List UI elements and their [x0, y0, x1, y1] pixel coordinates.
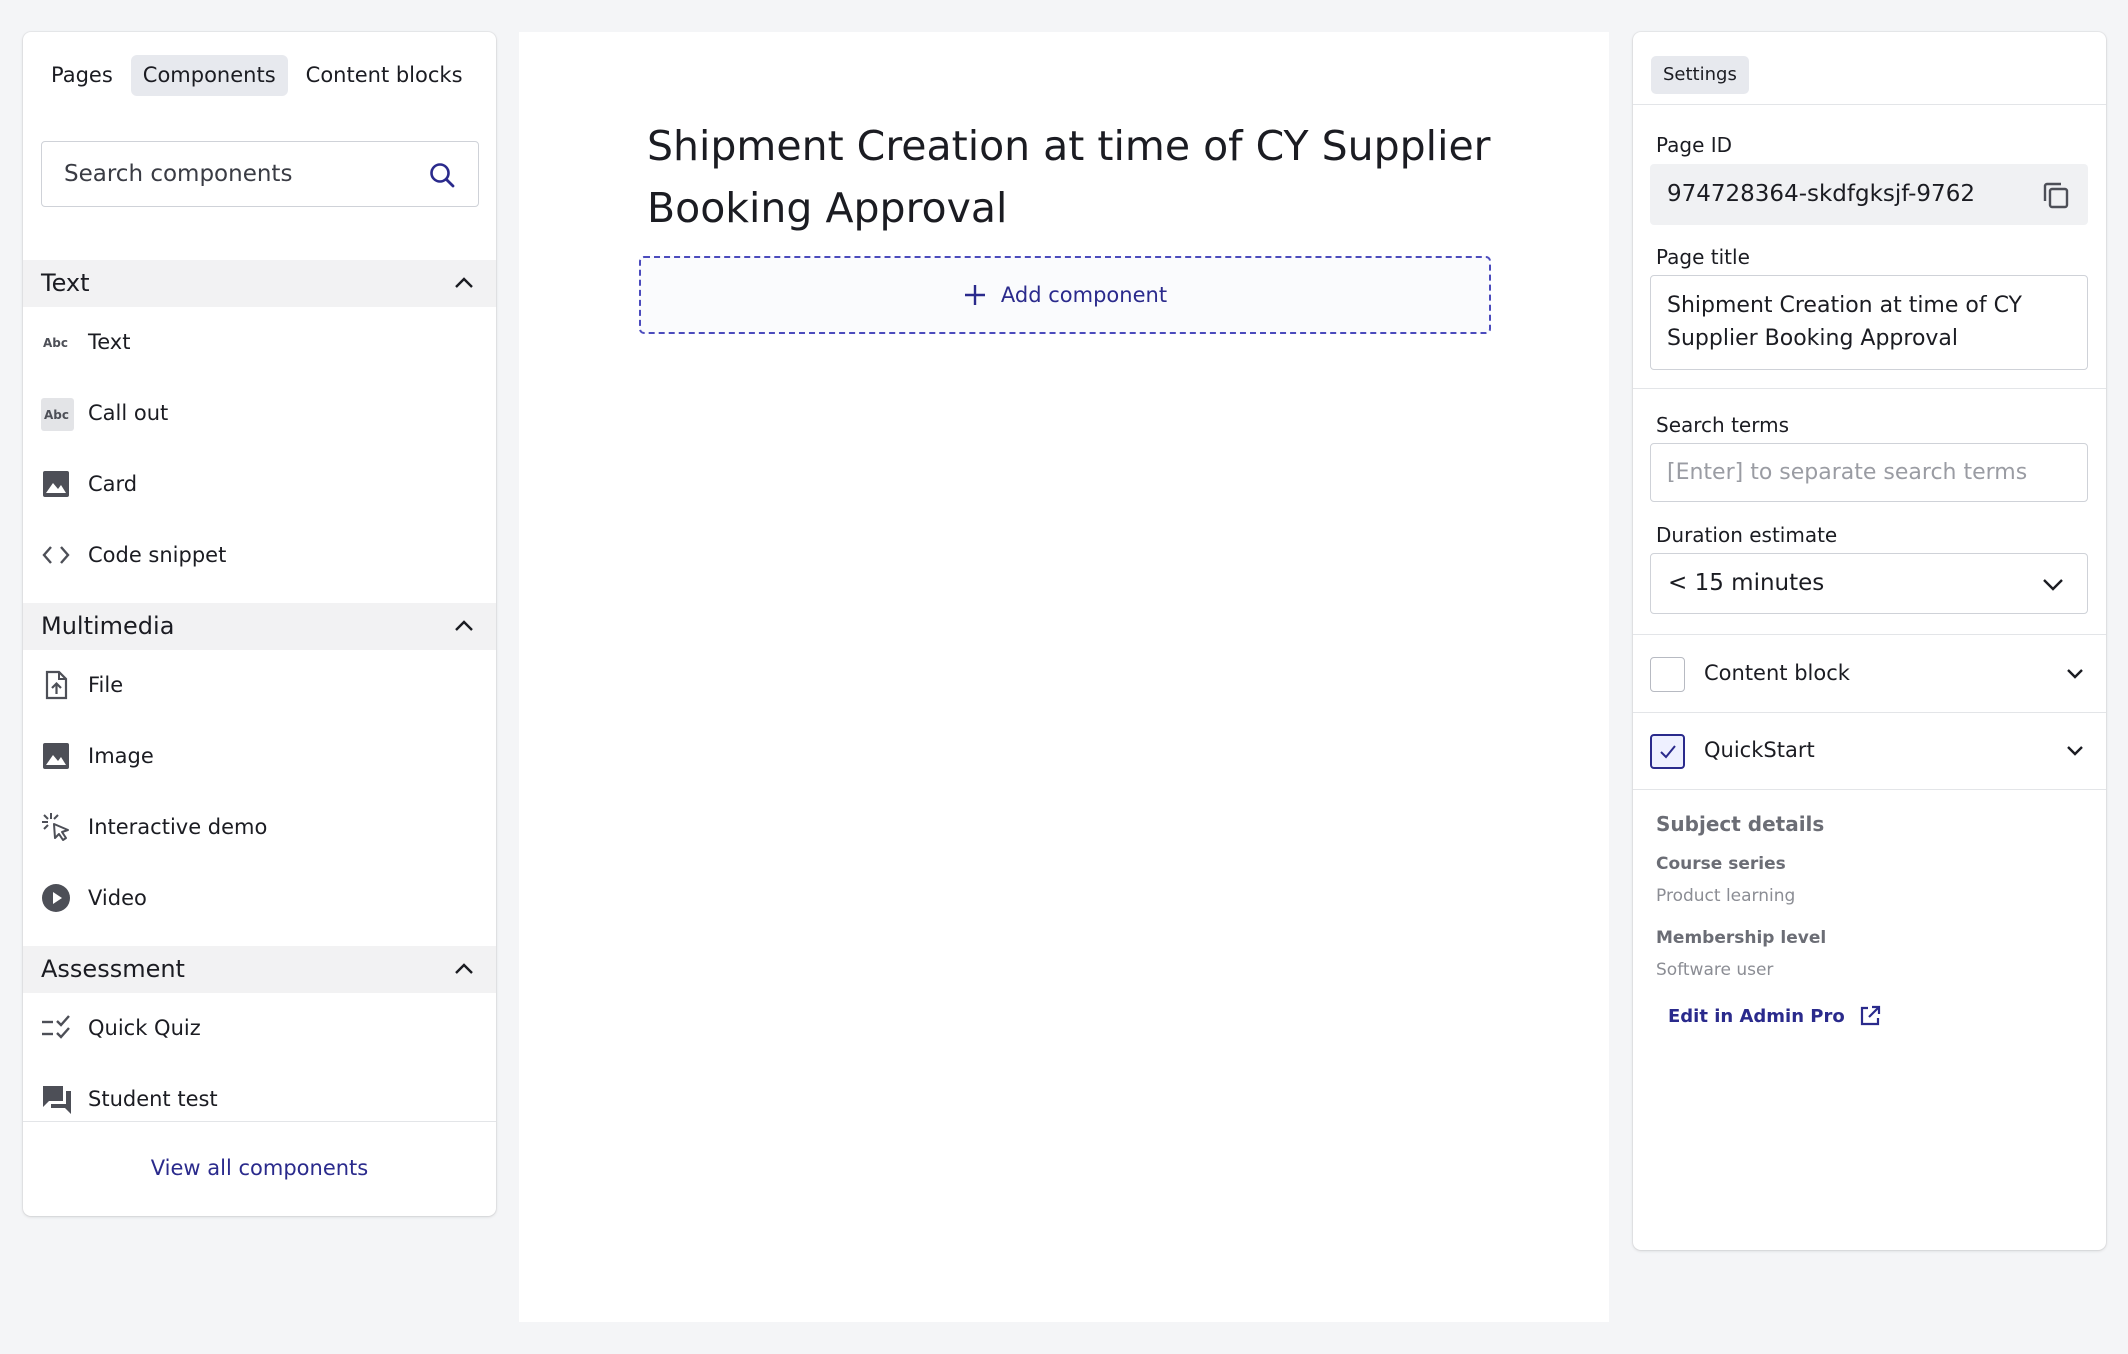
tab-components[interactable]: Components — [130, 55, 288, 96]
component-item-label: Student test — [88, 1087, 218, 1111]
edit-in-admin-pro-link[interactable]: Edit in Admin Pro — [1668, 1005, 1881, 1027]
subject-details-title: Subject details — [1656, 812, 1825, 836]
section-header-assessment[interactable]: Assessment — [23, 946, 496, 993]
svg-text:Abc: Abc — [43, 336, 68, 350]
course-series-value: Product learning — [1656, 886, 1796, 906]
component-item-image[interactable]: Image — [23, 726, 496, 786]
chevron-down-icon[interactable] — [2066, 666, 2084, 682]
divider — [1633, 104, 2106, 105]
content-block-checkbox[interactable] — [1650, 657, 1685, 692]
quickstart-label: QuickStart — [1704, 738, 1815, 762]
duration-value: < 15 minutes — [1668, 570, 1825, 596]
search-terms-input[interactable] — [1650, 443, 2088, 502]
add-component-button[interactable]: Add component — [639, 256, 1491, 334]
section-header-multimedia[interactable]: Multimedia — [23, 603, 496, 650]
quickstart-checkbox[interactable] — [1650, 734, 1685, 769]
component-item-file[interactable]: File — [23, 655, 496, 715]
panel-tabs: Pages Components Content blocks — [39, 55, 475, 96]
svg-text:Abc: Abc — [44, 408, 69, 422]
course-series-label: Course series — [1656, 854, 1786, 874]
image-icon — [41, 469, 71, 499]
component-item-label: Card — [88, 472, 138, 496]
tab-pages[interactable]: Pages — [39, 55, 125, 96]
chevron-up-icon — [454, 960, 474, 978]
component-item-label: Video — [88, 886, 147, 910]
divider — [1633, 388, 2106, 389]
section-title: Multimedia — [41, 612, 175, 640]
bottom-bar — [0, 1344, 2128, 1354]
panel-footer: View all components — [23, 1121, 496, 1216]
search-terms-label: Search terms — [1656, 413, 1789, 437]
image-icon — [41, 741, 71, 771]
chat-bubbles-icon — [41, 1084, 71, 1114]
page-title[interactable]: Shipment Creation at time of CY Supplier… — [647, 115, 1497, 239]
component-item-label: Call out — [88, 401, 169, 425]
component-item-quick-quiz[interactable]: Quick Quiz — [23, 998, 496, 1058]
component-item-video[interactable]: Video — [23, 868, 496, 928]
component-item-call-out[interactable]: Abc Call out — [23, 383, 496, 443]
chevron-up-icon — [454, 617, 474, 635]
abc-callout-icon: Abc — [41, 398, 74, 431]
content-block-label: Content block — [1704, 661, 1850, 685]
section-header-text[interactable]: Text — [23, 260, 496, 307]
view-all-components-link[interactable]: View all components — [23, 1122, 496, 1214]
add-component-label: Add component — [1000, 283, 1168, 307]
page-canvas: Shipment Creation at time of CY Supplier… — [519, 32, 1609, 1322]
divider — [1633, 789, 2106, 790]
chevron-down-icon — [2041, 572, 2065, 596]
plus-icon — [963, 283, 987, 307]
copy-icon[interactable] — [2042, 181, 2070, 209]
duration-select[interactable]: < 15 minutes — [1650, 553, 2088, 614]
component-item-label: Code snippet — [88, 543, 227, 567]
component-item-label: Interactive demo — [88, 815, 268, 839]
page-id-value: 974728364-skdfgksjf-9762 — [1667, 181, 1975, 207]
components-panel: Pages Components Content blocks Text Abc… — [23, 32, 496, 1216]
chevron-up-icon — [454, 274, 474, 292]
component-item-label: Image — [88, 744, 154, 768]
membership-level-value: Software user — [1656, 960, 1774, 980]
component-item-label: Quick Quiz — [88, 1016, 201, 1040]
section-title: Text — [41, 269, 90, 297]
external-link-icon — [1859, 1005, 1881, 1027]
page-title-label: Page title — [1656, 245, 1750, 269]
component-search — [41, 141, 479, 207]
abc-icon: Abc — [41, 327, 71, 357]
component-item-code-snippet[interactable]: Code snippet — [23, 525, 496, 585]
page-title-input[interactable] — [1650, 275, 2088, 370]
component-item-interactive-demo[interactable]: Interactive demo — [23, 797, 496, 857]
membership-level-label: Membership level — [1656, 928, 1827, 948]
component-item-student-test[interactable]: Student test — [23, 1069, 496, 1129]
duration-label: Duration estimate — [1656, 523, 1838, 547]
section-title: Assessment — [41, 955, 185, 983]
code-icon — [41, 540, 71, 570]
tab-settings[interactable]: Settings — [1651, 56, 1749, 94]
component-item-card[interactable]: Card — [23, 454, 496, 514]
tab-content-blocks[interactable]: Content blocks — [294, 55, 475, 96]
checklist-icon — [41, 1013, 71, 1043]
edit-link-label: Edit in Admin Pro — [1668, 1005, 1845, 1027]
play-circle-icon — [41, 883, 71, 913]
chevron-down-icon[interactable] — [2066, 743, 2084, 759]
page-id-field: 974728364-skdfgksjf-9762 — [1650, 164, 2088, 225]
content-block-row[interactable]: Content block — [1633, 635, 2106, 712]
search-input[interactable] — [64, 142, 424, 206]
page-id-label: Page ID — [1656, 133, 1733, 157]
component-item-label: File — [88, 673, 124, 697]
component-item-label: Text — [88, 330, 131, 354]
cursor-click-icon — [41, 812, 71, 842]
quickstart-row[interactable]: QuickStart — [1633, 712, 2106, 789]
settings-panel: Settings Page ID 974728364-skdfgksjf-976… — [1633, 32, 2106, 1250]
file-upload-icon — [41, 670, 71, 700]
search-icon[interactable] — [428, 161, 456, 189]
component-item-text[interactable]: Abc Text — [23, 312, 496, 372]
